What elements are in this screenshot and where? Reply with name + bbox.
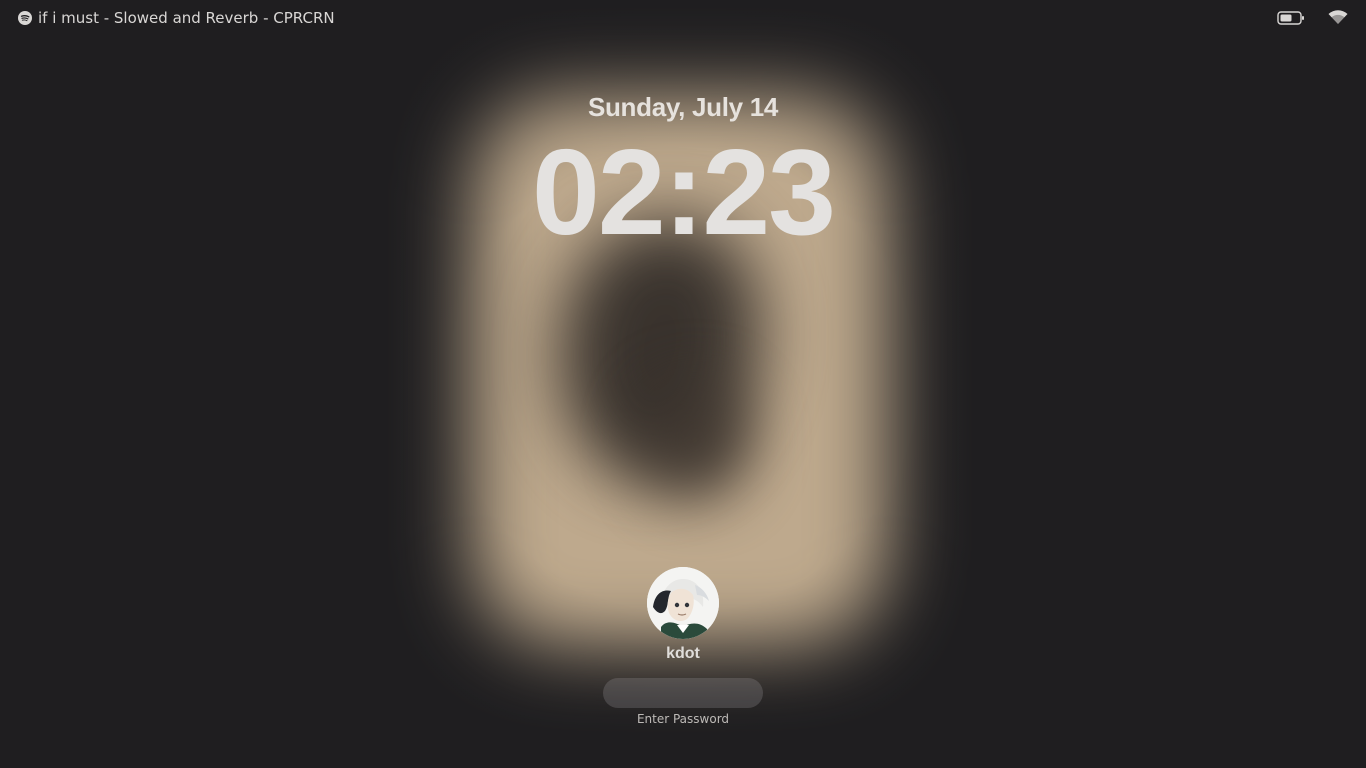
spotify-icon <box>18 11 32 25</box>
now-playing[interactable]: if i must - Slowed and Reverb - CPRCRN <box>18 9 335 27</box>
battery-icon[interactable] <box>1277 10 1305 26</box>
now-playing-title: if i must - Slowed and Reverb - CPRCRN <box>38 9 335 27</box>
username: kdot <box>666 645 700 662</box>
wifi-icon[interactable] <box>1328 9 1348 25</box>
password-hint: Enter Password <box>636 712 730 726</box>
top-bar: if i must - Slowed and Reverb - CPRCRN <box>0 0 1366 38</box>
lock-time: 02:23 <box>531 124 836 260</box>
lock-screen: if i must - Slowed and Reverb - CPRCRN S… <box>0 0 1366 768</box>
lock-date: Sunday, July 14 <box>587 92 779 122</box>
avatar[interactable] <box>647 567 719 639</box>
password-field[interactable] <box>603 678 763 708</box>
